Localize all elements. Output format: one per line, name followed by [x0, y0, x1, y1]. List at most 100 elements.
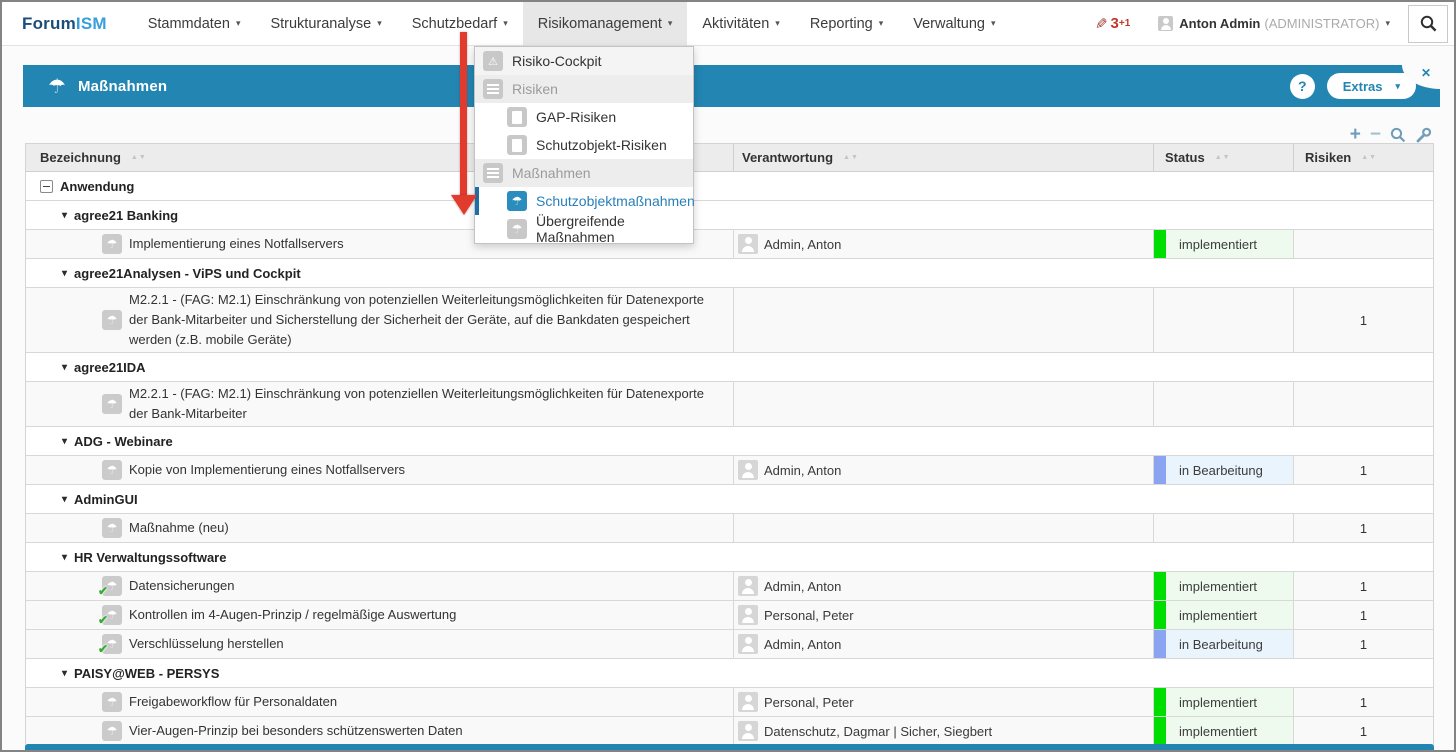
group-row-agree21analysen-vips-und-cockpit[interactable]: ▾agree21Analysen - ViPS und Cockpit: [26, 259, 1433, 288]
navbar-right: ✎ 3 +1 Anton Admin (ADMINISTRATOR) ▾: [1095, 2, 1454, 45]
measure-name: M2.2.1 - (FAG: M2.1) Einschränkung von p…: [129, 290, 715, 350]
measure-name-cell[interactable]: ☂ Maßnahme (neu): [26, 514, 733, 542]
user-menu[interactable]: Anton Admin (ADMINISTRATOR) ▾: [1158, 16, 1390, 31]
chevron-down-icon: ▾: [775, 18, 780, 29]
triangle-down-icon[interactable]: ▾: [62, 552, 67, 563]
group-row-adg-webinare[interactable]: ▾ADG - Webinare: [26, 427, 1433, 456]
nav-item-aktivitäten[interactable]: Aktivitäten ▾: [687, 2, 794, 45]
measure-row[interactable]: ☂ M2.2.1 - (FAG: M2.1) Einschränkung von…: [26, 382, 1433, 427]
wrench-icon: [1415, 127, 1432, 144]
triangle-down-icon[interactable]: ▾: [62, 268, 67, 279]
responsible-person: Datenschutz, Dagmar | Sicher, Siegbert: [764, 724, 992, 739]
umbrella-icon: ☂: [507, 191, 527, 211]
measure-umbrella-icon: ☂✔: [102, 605, 122, 625]
umbrella-icon: ☂: [48, 74, 66, 99]
risks-count-cell: 1: [1293, 601, 1433, 629]
sort-icons[interactable]: ▲▼: [843, 154, 859, 161]
group-label: AdminGUI: [74, 492, 138, 507]
search-button[interactable]: [1408, 5, 1448, 43]
group-row-agree21-banking[interactable]: ▾agree21 Banking: [26, 201, 1433, 230]
group-row-admingui[interactable]: ▾ AdminGUI: [26, 485, 1433, 514]
measure-name-cell[interactable]: ☂✔ Kontrollen im 4-Augen-Prinzip / regel…: [26, 601, 733, 629]
sort-icons[interactable]: ▲▼: [1215, 154, 1231, 161]
measure-name-cell[interactable]: ☂ Kopie von Implementierung eines Notfal…: [26, 456, 733, 484]
close-icon[interactable]: ✕: [1421, 66, 1431, 80]
measure-name-cell[interactable]: ☂ Freigabeworkflow für Personaldaten: [26, 688, 733, 716]
collapse-minus-icon[interactable]: [40, 180, 53, 193]
column-header-status[interactable]: Status ▲▼: [1153, 144, 1293, 171]
status-color-bar: [1154, 717, 1166, 745]
status-color-bar: [1154, 601, 1166, 629]
risks-count-cell: 1: [1293, 514, 1433, 542]
check-icon: ✔: [98, 581, 108, 601]
measure-row[interactable]: ☂ M2.2.1 - (FAG: M2.1) Einschränkung von…: [26, 288, 1433, 353]
triangle-down-icon[interactable]: ▾: [62, 362, 67, 373]
triangle-down-icon[interactable]: ▾: [62, 494, 67, 505]
nav-item-reporting[interactable]: Reporting ▾: [795, 2, 898, 45]
measure-row[interactable]: ☂ Vier-Augen-Prinzip bei besonders schüt…: [26, 717, 1433, 746]
measure-row[interactable]: ☂✔ Kontrollen im 4-Augen-Prinzip / regel…: [26, 601, 1433, 630]
responsible-person: Admin, Anton: [764, 237, 841, 252]
measure-name-cell[interactable]: ☂ M2.2.1 - (FAG: M2.1) Einschränkung von…: [26, 288, 733, 352]
group-row-anwendung[interactable]: Anwendung: [26, 172, 1433, 201]
status-label: in Bearbeitung: [1179, 637, 1263, 652]
measure-name-cell[interactable]: ☂ M2.2.1 - (FAG: M2.1) Einschränkung von…: [26, 382, 733, 426]
nav-item-label: Risikomanagement: [538, 16, 662, 32]
nav-item-strukturanalyse[interactable]: Strukturanalyse ▾: [255, 2, 396, 45]
logo-text-forum: Forum: [22, 14, 76, 34]
risikomanagement-dropdown: ⚠Risiko-CockpitRisikenGAP-RisikenSchutzo…: [474, 46, 694, 244]
app-logo[interactable]: ForumISM: [22, 2, 107, 45]
measure-umbrella-icon: ☂: [102, 721, 122, 741]
user-name: Anton Admin: [1179, 16, 1260, 31]
measure-row[interactable]: ☂ Implementierung eines Notfallservers A…: [26, 230, 1433, 259]
extras-button[interactable]: Extras ▾: [1327, 73, 1416, 99]
annotation-arrow: [460, 32, 467, 196]
nav-item-verwaltung[interactable]: Verwaltung ▾: [898, 2, 1010, 45]
measures-table: Bezeichnung ▲▼Verantwortung ▲▼Status ▲▼R…: [25, 143, 1434, 746]
measure-umbrella-icon: ☂✔: [102, 634, 122, 654]
group-row-paisy-web-persys[interactable]: ▾PAISY@WEB - PERSYS: [26, 659, 1433, 688]
settings-button[interactable]: [1415, 127, 1432, 144]
group-row-hr-verwaltungssoftware[interactable]: ▾HR Verwaltungssoftware: [26, 543, 1433, 572]
dropdown-item-risiko-cockpit[interactable]: ⚠Risiko-Cockpit: [475, 47, 693, 75]
group-row-agree21ida[interactable]: ▾agree21IDA: [26, 353, 1433, 382]
list-icon: [483, 163, 503, 183]
dropdown-item--bergreifende-ma-nahmen[interactable]: ☂Übergreifende Maßnahmen: [475, 215, 693, 243]
nav-item-stammdaten[interactable]: Stammdaten ▾: [133, 2, 256, 45]
measure-name: Kopie von Implementierung eines Notfalls…: [129, 460, 405, 480]
dropdown-item-schutzobjekt-risiken[interactable]: Schutzobjekt-Risiken: [475, 131, 693, 159]
triangle-down-icon[interactable]: ▾: [62, 436, 67, 447]
measure-row[interactable]: ☂✔ Datensicherungen Admin, Anton impleme…: [26, 572, 1433, 601]
nav-item-label: Aktivitäten: [702, 16, 769, 32]
measure-row[interactable]: ☂✔ Verschlüsselung herstellen Admin, Ant…: [26, 630, 1433, 659]
measure-name-cell[interactable]: ☂ Vier-Augen-Prinzip bei besonders schüt…: [26, 717, 733, 745]
status-color-bar: [1154, 230, 1166, 258]
risks-count-cell: 1: [1293, 688, 1433, 716]
measure-name: Freigabeworkflow für Personaldaten: [129, 692, 337, 712]
filter-search-button[interactable]: [1390, 127, 1406, 143]
measure-row[interactable]: ☂ Freigabeworkflow für Personaldaten Per…: [26, 688, 1433, 717]
triangle-down-icon[interactable]: ▾: [62, 668, 67, 679]
dropdown-item-schutzobjektma-nahmen[interactable]: ☂ Schutzobjektmaßnahmen: [475, 187, 693, 215]
dropdown-item-label: Schutzobjektmaßnahmen: [536, 193, 695, 209]
sort-icons[interactable]: ▲▼: [1361, 154, 1377, 161]
nav-item-risikomanagement[interactable]: Risikomanagement ▾: [523, 2, 688, 45]
status-badge: implementiert: [1154, 688, 1293, 716]
triangle-down-icon[interactable]: ▾: [62, 210, 67, 221]
measure-row[interactable]: ☂ Maßnahme (neu) 1: [26, 514, 1433, 543]
measure-name-cell[interactable]: ☂✔ Datensicherungen: [26, 572, 733, 600]
column-header-risiken[interactable]: Risiken ▲▼: [1293, 144, 1433, 171]
sort-icons[interactable]: ▲▼: [131, 154, 147, 161]
risks-count-cell: 1: [1293, 288, 1433, 352]
extras-label: Extras: [1343, 79, 1383, 94]
measure-name: Datensicherungen: [129, 576, 235, 596]
help-button[interactable]: ?: [1290, 74, 1315, 99]
panel-header-actions: ? Extras ▾: [1290, 73, 1416, 99]
open-edits-indicator[interactable]: ✎ 3 +1: [1095, 15, 1130, 33]
measure-row[interactable]: ☂ Kopie von Implementierung eines Notfal…: [26, 456, 1433, 485]
person-icon: [738, 460, 758, 480]
column-header-verantwortung[interactable]: Verantwortung ▲▼: [733, 144, 1153, 171]
document-icon: [507, 135, 527, 155]
dropdown-item-gap-risiken[interactable]: GAP-Risiken: [475, 103, 693, 131]
measure-name-cell[interactable]: ☂✔ Verschlüsselung herstellen: [26, 630, 733, 658]
